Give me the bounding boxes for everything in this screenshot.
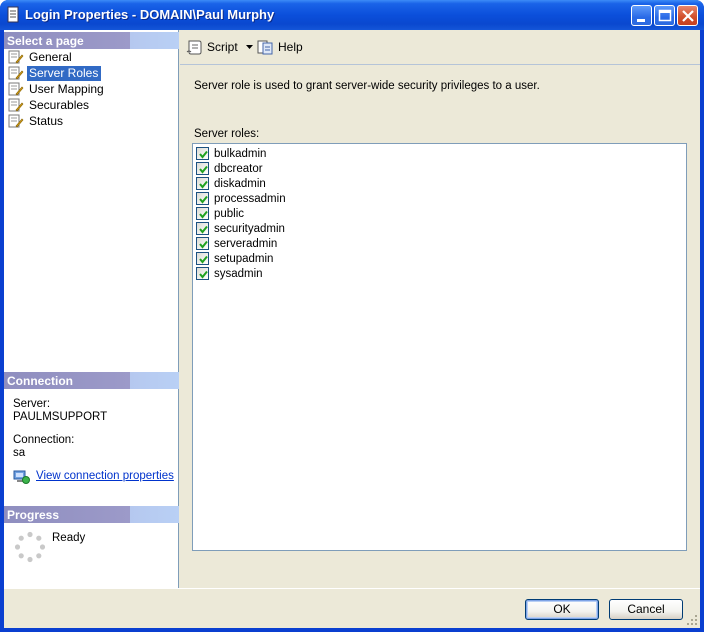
page-description: Server role is used to grant server-wide… — [194, 80, 540, 92]
checkmark-icon — [199, 180, 208, 189]
role-checkbox[interactable] — [196, 147, 209, 160]
login-properties-window: Login Properties - DOMAIN\Paul Murphy Se… — [0, 0, 704, 632]
dropdown-arrow-icon[interactable] — [245, 45, 253, 49]
progress-status: Ready — [52, 532, 86, 544]
checkmark-icon — [199, 195, 208, 204]
cancel-button[interactable]: Cancel — [609, 599, 683, 620]
select-page-header: Select a page — [4, 32, 179, 49]
dialog-button-bar: OK Cancel — [4, 588, 700, 628]
page-wrench-icon — [8, 98, 24, 112]
page-wrench-icon — [8, 50, 24, 64]
window-title: Login Properties - DOMAIN\Paul Murphy — [25, 7, 275, 22]
page-item-user-mapping[interactable]: User Mapping — [8, 81, 107, 97]
page-item-general[interactable]: General — [8, 49, 75, 65]
page-wrench-icon — [8, 82, 24, 96]
checkmark-icon — [199, 240, 208, 249]
minimize-button[interactable] — [631, 5, 652, 26]
role-name: sysadmin — [214, 267, 263, 280]
role-checkbox[interactable] — [196, 192, 209, 205]
left-pane: Select a page General Server Roles User … — [4, 30, 179, 588]
checkmark-icon — [199, 150, 208, 159]
role-item-securityadmin[interactable]: securityadmin — [196, 221, 285, 236]
role-checkbox[interactable] — [196, 207, 209, 220]
toolbar: Script Help — [180, 30, 700, 65]
server-roles-label: Server roles: — [194, 128, 260, 140]
page-item-label: General — [29, 49, 72, 64]
script-button[interactable]: Script — [186, 39, 253, 55]
role-checkbox[interactable] — [196, 267, 209, 280]
checkmark-icon — [199, 165, 208, 174]
connection-properties-icon — [13, 470, 30, 484]
role-checkbox[interactable] — [196, 222, 209, 235]
page-item-label: User Mapping — [29, 81, 104, 96]
checkmark-icon — [199, 270, 208, 279]
page-item-securables[interactable]: Securables — [8, 97, 92, 113]
help-button[interactable]: Help — [257, 39, 303, 55]
page-item-label: Server Roles — [27, 65, 102, 81]
connection-value: sa — [13, 447, 26, 459]
role-name: bulkadmin — [214, 147, 267, 160]
maximize-icon — [658, 9, 672, 22]
role-name: setupadmin — [214, 252, 274, 265]
role-item-serveradmin[interactable]: serveradmin — [196, 236, 277, 251]
role-item-setupadmin[interactable]: setupadmin — [196, 251, 273, 266]
role-checkbox[interactable] — [196, 162, 209, 175]
checkmark-icon — [199, 255, 208, 264]
role-name: dbcreator — [214, 162, 263, 175]
checkmark-icon — [199, 225, 208, 234]
dialog-client-area: Select a page General Server Roles User … — [4, 30, 700, 628]
script-label: Script — [207, 40, 238, 54]
connection-label: Connection: — [13, 434, 75, 446]
page-item-server-roles[interactable]: Server Roles — [8, 65, 102, 81]
connection-header: Connection — [4, 372, 179, 389]
server-label: Server: — [13, 398, 51, 410]
checkmark-icon — [199, 210, 208, 219]
role-item-sysadmin[interactable]: sysadmin — [196, 266, 263, 281]
minimize-icon — [637, 19, 645, 22]
role-checkbox[interactable] — [196, 237, 209, 250]
maximize-button[interactable] — [654, 5, 675, 26]
role-name: diskadmin — [214, 177, 266, 190]
role-name: public — [214, 207, 245, 220]
role-checkbox[interactable] — [196, 177, 209, 190]
script-icon — [186, 40, 202, 55]
page-wrench-icon — [8, 66, 24, 80]
ok-button[interactable]: OK — [525, 599, 599, 620]
role-item-dbcreator[interactable]: dbcreator — [196, 161, 263, 176]
help-label: Help — [278, 40, 303, 54]
role-name: serveradmin — [214, 237, 278, 250]
server-value: PAULMSUPPORT — [13, 411, 108, 423]
role-checkbox[interactable] — [196, 252, 209, 265]
role-item-processadmin[interactable]: processadmin — [196, 191, 286, 206]
role-name: processadmin — [214, 192, 286, 205]
page-item-label: Securables — [29, 97, 90, 112]
page-item-status[interactable]: Status — [8, 113, 66, 129]
page-item-label: Status — [29, 113, 64, 128]
close-button[interactable] — [677, 5, 698, 26]
server-roles-page: Server role is used to grant server-wide… — [180, 66, 700, 588]
view-connection-properties-link[interactable]: View connection properties — [36, 470, 174, 482]
page-wrench-icon — [8, 114, 24, 128]
properties-page-icon — [7, 6, 19, 23]
progress-spinner-icon — [14, 531, 46, 563]
role-name: securityadmin — [214, 222, 285, 235]
role-item-diskadmin[interactable]: diskadmin — [196, 176, 266, 191]
role-item-public[interactable]: public — [196, 206, 244, 221]
resize-grip-icon[interactable] — [686, 614, 698, 626]
progress-header: Progress — [4, 506, 179, 523]
role-item-bulkadmin[interactable]: bulkadmin — [196, 146, 266, 161]
title-bar[interactable]: Login Properties - DOMAIN\Paul Murphy — [0, 0, 704, 30]
server-roles-list[interactable]: bulkadmin dbcreator diskadmin processadm… — [192, 143, 687, 551]
close-icon — [682, 10, 694, 22]
help-icon — [257, 40, 273, 55]
